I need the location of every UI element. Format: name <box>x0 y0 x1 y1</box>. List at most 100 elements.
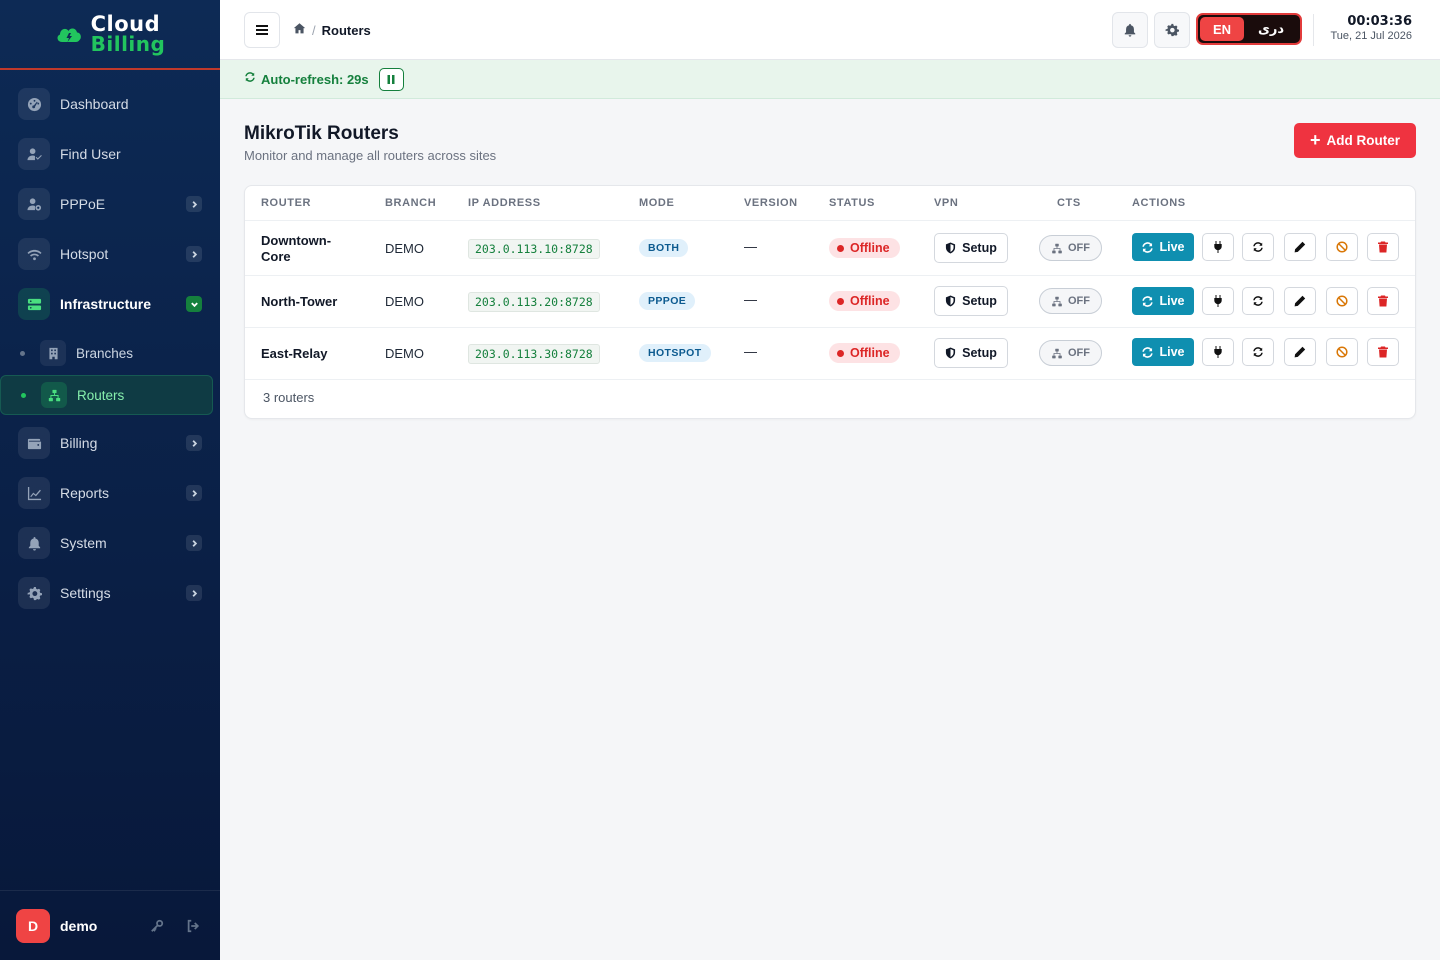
live-label: Live <box>1159 294 1185 308</box>
sidebar-item-label: Reports <box>60 485 110 501</box>
live-button[interactable]: Live <box>1132 287 1194 315</box>
add-router-button[interactable]: + Add Router <box>1294 123 1416 158</box>
router-name-line: North-Tower <box>261 294 338 309</box>
sidebar-subitem-branches[interactable]: Branches <box>0 334 220 372</box>
trash-icon <box>1378 295 1388 307</box>
edit-button[interactable] <box>1284 233 1316 261</box>
sync-button[interactable] <box>1242 287 1274 315</box>
lang-en-button[interactable]: EN <box>1200 17 1244 41</box>
notifications-button[interactable] <box>1112 12 1148 48</box>
status-badge: Offline <box>829 343 900 363</box>
hamburger-icon <box>256 25 268 35</box>
sidebar-item-pppoe[interactable]: PPPoE <box>18 184 202 224</box>
plug-icon <box>1214 241 1222 253</box>
pause-icon <box>387 74 395 84</box>
bullet-dot <box>21 392 26 398</box>
delete-button[interactable] <box>1367 287 1399 315</box>
sidebar-item-label: System <box>60 535 107 551</box>
sidebar-subitem-routers[interactable]: Routers <box>0 375 213 415</box>
disable-button[interactable] <box>1326 338 1358 366</box>
bell-icon <box>1124 23 1136 37</box>
trash-icon <box>1378 346 1388 358</box>
bullet-dot <box>20 350 25 356</box>
sync-button[interactable] <box>1242 233 1274 261</box>
breadcrumb-current: Routers <box>321 22 371 38</box>
routers-table-card: ROUTER BRANCH IP ADDRESS MODE VERSION ST… <box>244 185 1416 419</box>
router-name: East-Relay <box>261 346 327 362</box>
lang-dari-button[interactable]: دری <box>1244 21 1298 37</box>
column-header-router: ROUTER <box>261 197 312 209</box>
mode-badge: BOTH <box>639 239 689 257</box>
router-name-line: Downtown- <box>261 233 332 248</box>
sidebar-item-label: Infrastructure <box>60 296 152 312</box>
sidebar-item-hotspot[interactable]: Hotspot <box>18 234 202 274</box>
cts-toggle[interactable]: OFF <box>1039 340 1102 366</box>
sync-icon <box>1253 296 1263 306</box>
sidebar-item-dashboard[interactable]: Dashboard <box>18 84 202 124</box>
sidebar-nav: Dashboard Find User PPPoE Hotspot Infras… <box>0 70 220 613</box>
chevron-right-icon[interactable] <box>186 585 202 601</box>
edit-button[interactable] <box>1284 287 1316 315</box>
settings-button[interactable] <box>1154 12 1190 48</box>
chevron-right-icon[interactable] <box>186 196 202 212</box>
connect-button[interactable] <box>1202 287 1234 315</box>
live-button[interactable]: Live <box>1132 233 1194 261</box>
sidebar-item-settings[interactable]: Settings <box>18 573 202 613</box>
clock-date: Tue, 21 Jul 2026 <box>1330 30 1412 42</box>
sidebar-item-infrastructure[interactable]: Infrastructure <box>18 284 202 324</box>
connect-button[interactable] <box>1202 233 1234 261</box>
home-icon[interactable] <box>293 22 306 38</box>
sidebar-item-label: PPPoE <box>60 196 106 212</box>
live-button[interactable]: Live <box>1132 338 1194 366</box>
vpn-setup-button[interactable]: Setup <box>934 338 1008 368</box>
pause-refresh-button[interactable] <box>378 67 404 91</box>
logout-icon[interactable] <box>182 915 204 937</box>
chevron-right-icon[interactable] <box>186 485 202 501</box>
menu-toggle-button[interactable] <box>244 12 280 48</box>
chevron-right-icon[interactable] <box>186 435 202 451</box>
wifi-icon <box>18 238 50 270</box>
network-icon <box>1052 296 1062 306</box>
vpn-setup-button[interactable]: Setup <box>934 233 1008 263</box>
status-badge: Offline <box>829 238 900 258</box>
edit-button[interactable] <box>1284 338 1316 366</box>
vpn-setup-button[interactable]: Setup <box>934 286 1008 316</box>
chevron-right-icon[interactable] <box>186 535 202 551</box>
column-header-branch: BRANCH <box>385 197 437 209</box>
network-icon <box>41 382 67 408</box>
connect-button[interactable] <box>1202 338 1234 366</box>
column-header-cts: CTS <box>1057 197 1081 209</box>
key-icon[interactable] <box>146 915 168 937</box>
brand[interactable]: Cloud Billing <box>0 0 220 70</box>
branch-cell: DEMO <box>385 241 424 256</box>
cts-toggle[interactable]: OFF <box>1039 288 1102 314</box>
user-name: demo <box>60 917 98 934</box>
plug-icon <box>1214 295 1222 307</box>
sync-button[interactable] <box>1242 338 1274 366</box>
sidebar-item-system[interactable]: System <box>18 523 202 563</box>
ban-icon <box>1336 241 1348 253</box>
table-row: North-Tower DEMO 203.0.113.20:8728 PPPOE… <box>245 276 1415 328</box>
delete-button[interactable] <box>1367 338 1399 366</box>
sidebar-item-billing[interactable]: Billing <box>18 423 202 463</box>
plug-icon <box>1214 346 1222 358</box>
cts-label: OFF <box>1068 295 1090 307</box>
chevron-down-icon[interactable] <box>186 296 202 312</box>
disable-button[interactable] <box>1326 287 1358 315</box>
trash-icon <box>1378 241 1388 253</box>
find-user-icon <box>18 138 50 170</box>
vpn-setup-label: Setup <box>962 346 997 360</box>
chevron-right-icon[interactable] <box>186 246 202 262</box>
sidebar-item-find-user[interactable]: Find User <box>18 134 202 174</box>
delete-button[interactable] <box>1367 233 1399 261</box>
branch-cell: DEMO <box>385 294 424 309</box>
status-text: Offline <box>850 241 890 255</box>
disable-button[interactable] <box>1326 233 1358 261</box>
sidebar-item-reports[interactable]: Reports <box>18 473 202 513</box>
page-subtitle: Monitor and manage all routers across si… <box>244 148 497 163</box>
breadcrumb: / Routers <box>293 22 371 38</box>
cts-toggle[interactable]: OFF <box>1039 235 1102 261</box>
router-name: Downtown- Core <box>261 233 331 265</box>
breadcrumb-separator: / <box>312 22 316 38</box>
avatar[interactable]: D <box>16 908 50 943</box>
